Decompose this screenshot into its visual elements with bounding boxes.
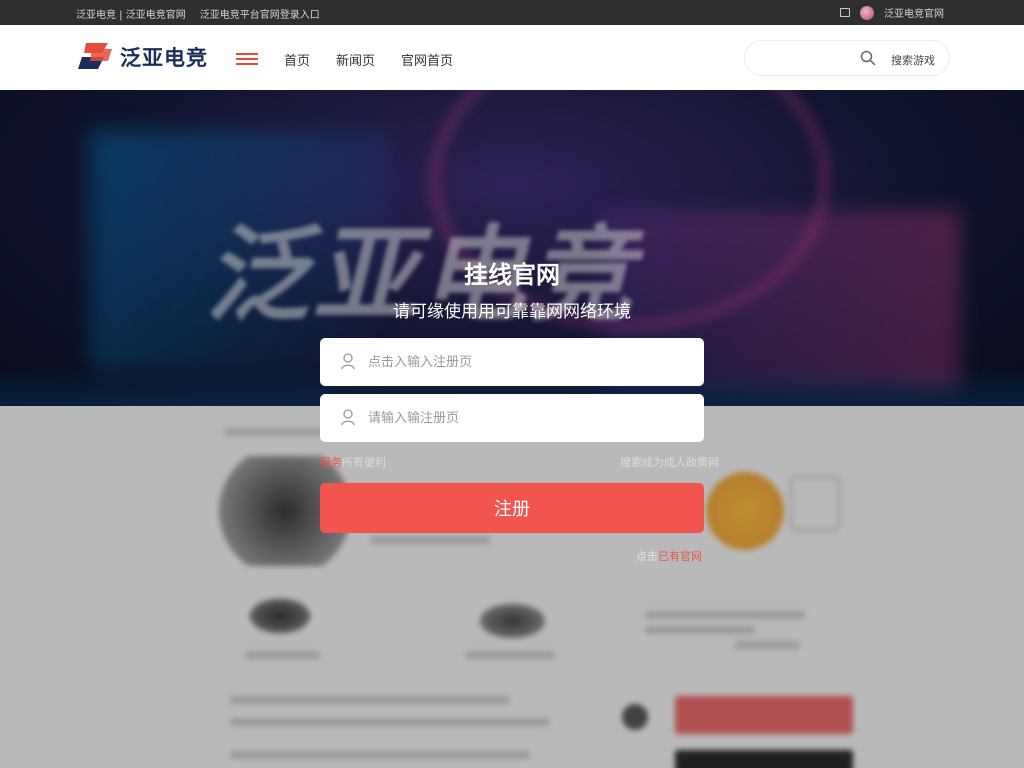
- topbar-text-1[interactable]: 泛亚电竞 | 泛亚电竞官网: [76, 6, 186, 21]
- topbar-text-2[interactable]: 泛亚电竞平台官网登录入口: [200, 6, 320, 21]
- register-button[interactable]: 注册: [320, 483, 704, 533]
- username-input[interactable]: [368, 338, 688, 386]
- login-link[interactable]: 已有官网: [658, 550, 702, 563]
- password-input[interactable]: [368, 394, 688, 442]
- menu-icon[interactable]: [236, 53, 258, 65]
- terms-highlight[interactable]: 服务: [320, 456, 342, 469]
- site-header: 泛亚电竞 首页 新闻页 官网首页 搜索游戏: [0, 25, 1024, 90]
- nav-item-official-home[interactable]: 官网首页: [401, 50, 453, 69]
- search-label[interactable]: 搜索游戏: [891, 52, 935, 68]
- user-icon: [341, 353, 355, 370]
- nav-item-news[interactable]: 新闻页: [336, 50, 375, 69]
- main-nav: 首页 新闻页 官网首页: [284, 50, 453, 69]
- login-prompt-text: 点击: [636, 550, 658, 563]
- site-logo[interactable]: 泛亚电竞: [78, 39, 208, 75]
- password-field[interactable]: [320, 394, 704, 442]
- window-icon[interactable]: [840, 8, 850, 17]
- logo-text: 泛亚电竞: [120, 46, 208, 70]
- top-strip: 泛亚电竞 | 泛亚电竞官网 泛亚电竞平台官网登录入口 泛亚电竞官网: [0, 0, 1024, 25]
- search-box[interactable]: 搜索游戏: [744, 40, 950, 76]
- search-icon[interactable]: [860, 50, 876, 66]
- form-title: 挂线官网: [464, 261, 560, 289]
- terms-link[interactable]: 服务所有便利: [320, 454, 386, 470]
- username-field[interactable]: [320, 338, 704, 386]
- form-subtitle: 请可缘使用用可靠靠网网络环境: [393, 302, 631, 322]
- policy-link[interactable]: 搜索成为成人政策网: [620, 454, 719, 470]
- nav-item-home[interactable]: 首页: [284, 50, 310, 69]
- login-prompt: 点击已有官网: [636, 548, 702, 564]
- avatar[interactable]: [860, 5, 874, 20]
- terms-text[interactable]: 所有便利: [342, 456, 386, 469]
- logo-mark-icon: [78, 43, 112, 69]
- user-icon: [341, 409, 355, 426]
- topbar-right-link[interactable]: 泛亚电竞官网: [884, 5, 944, 20]
